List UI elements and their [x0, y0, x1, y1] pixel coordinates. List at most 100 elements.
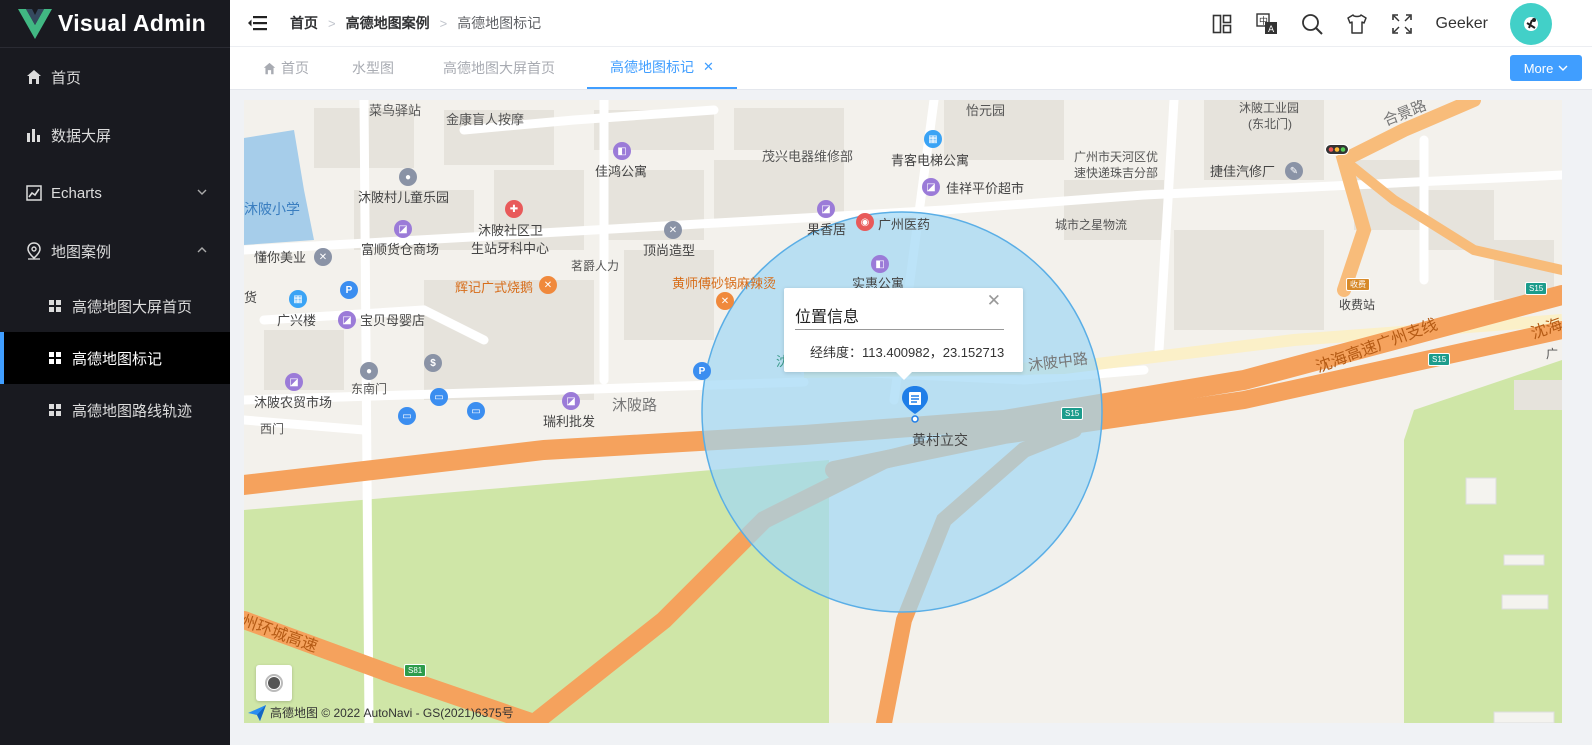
breadcrumb: 首页 > 高德地图案例 > 高德地图标记 — [290, 13, 541, 33]
map-marker-icon[interactable] — [899, 384, 931, 424]
map-label: 货 — [244, 290, 258, 305]
bus-stop-icon[interactable]: ▭ — [467, 402, 485, 420]
map-label: 收费站 — [1339, 298, 1376, 312]
sidebar-item-amap-dashboard[interactable]: 高德地图大屏首页 — [0, 280, 230, 332]
poi-icon[interactable]: ◪ — [338, 311, 356, 329]
highway-shield-s15: S15 — [1525, 282, 1548, 295]
tab-amap-marker[interactable]: 高德地图标记 ✕ — [587, 47, 737, 89]
poi-icon[interactable]: ▦ — [289, 290, 307, 308]
breadcrumb-item[interactable]: 首页 — [290, 13, 318, 33]
map-label: 沐陂农贸市场 — [254, 395, 333, 410]
poi-icon[interactable]: ◪ — [394, 220, 412, 238]
parking-icon[interactable]: P — [340, 281, 358, 299]
breadcrumb-separator-icon: > — [439, 15, 448, 31]
breadcrumb-item[interactable]: 高德地图案例 — [346, 13, 430, 33]
locate-button[interactable] — [256, 665, 292, 701]
atm-icon[interactable]: $ — [424, 354, 442, 372]
map-label: 东南门 — [351, 382, 388, 396]
poi-icon[interactable]: ✕ — [539, 276, 557, 294]
sidebar-item-amap-marker[interactable]: 高德地图标记 — [0, 332, 230, 384]
map-label: 广兴楼 — [277, 313, 317, 328]
wrench-icon[interactable]: ✎ — [1285, 162, 1303, 180]
bus-stop-icon[interactable]: ▭ — [430, 388, 448, 406]
sidebar-item-label: 首页 — [51, 69, 82, 87]
map-label: 金康盲人按摩 — [446, 112, 525, 127]
map-label: 捷佳汽修厂 — [1210, 164, 1276, 179]
map-label: 瑞利批发 — [543, 414, 596, 429]
chevron-down-icon — [1558, 65, 1568, 71]
fullscreen-icon[interactable] — [1391, 13, 1413, 35]
menu-fold-icon[interactable] — [248, 13, 268, 33]
map-label: 广 — [1546, 347, 1559, 361]
map-label: 沐陂社区卫 — [478, 223, 544, 238]
sidebar-item-label: 高德地图大屏首页 — [72, 298, 193, 316]
bus-stop-icon[interactable]: ▭ — [398, 407, 416, 425]
home-icon — [25, 68, 43, 86]
map-label: 茗爵人力 — [571, 259, 620, 273]
map-label: 富顺货仓商场 — [361, 242, 440, 257]
sidebar-item-amap-route[interactable]: 高德地图路线轨迹 — [0, 384, 230, 436]
poi-icon[interactable]: ◉ — [856, 213, 874, 231]
poi-icon[interactable]: ◪ — [817, 200, 835, 218]
avatar[interactable] — [1510, 2, 1552, 45]
tab-watermark[interactable]: 水型图 — [352, 47, 394, 89]
parking-icon[interactable]: P — [693, 362, 711, 380]
locate-icon — [265, 674, 283, 692]
poi-icon[interactable]: ◪ — [285, 373, 303, 391]
marker-label: 黄村立交 — [912, 432, 968, 448]
layout-icon[interactable] — [1211, 13, 1233, 35]
poi-icon[interactable]: ● — [399, 168, 417, 186]
amap-container[interactable]: ● ◧ ✚ ✕ ◪ ▦ ◪ ◪ ◉ ◧ ✕ P ✕ ✕ ▦ ◪ ● $ P ◪ … — [244, 100, 1562, 723]
traffic-light-icon — [1325, 144, 1349, 155]
app-logo[interactable]: Visual Admin — [0, 0, 230, 48]
poi-icon[interactable]: ● — [360, 362, 378, 380]
poi-icon[interactable]: ✚ — [505, 200, 523, 218]
poi-icon[interactable]: ◪ — [562, 392, 580, 410]
breadcrumb-separator-icon: > — [328, 15, 336, 31]
sidebar-item-label: 数据大屏 — [51, 127, 112, 145]
tab-home[interactable]: 首页 — [263, 47, 309, 89]
sidebar-item-label: Echarts — [51, 184, 102, 202]
map-label: 菜鸟驿站 — [369, 103, 422, 118]
map-label: 沐陂村儿童乐园 — [358, 190, 450, 205]
sidebar-item-echarts[interactable]: Echarts — [0, 164, 230, 222]
sidebar-item-map-cases[interactable]: 地图案例 — [0, 222, 230, 280]
tab-amap-dashboard[interactable]: 高德地图大屏首页 — [443, 47, 555, 89]
sidebar-item-label: 高德地图标记 — [72, 350, 163, 368]
bar-chart-icon — [25, 126, 43, 144]
map-label: 宝贝母婴店 — [360, 313, 426, 328]
map-label: 广州医药 — [878, 217, 931, 232]
poi-icon[interactable]: ✕ — [314, 248, 332, 266]
more-button[interactable]: More — [1510, 55, 1582, 81]
map-label: 沐陂小学 — [244, 201, 300, 217]
sidebar: Visual Admin 首页 数据大屏 Echarts 地图案例 高德地图大屏… — [0, 0, 230, 745]
map-label: 佳鸿公寓 — [595, 164, 648, 179]
username[interactable]: Geeker — [1436, 15, 1488, 33]
theme-shirt-icon[interactable] — [1346, 13, 1368, 35]
sidebar-item-dashboard[interactable]: 数据大屏 — [0, 106, 230, 164]
map-label: 佳祥平价超市 — [946, 181, 1025, 196]
info-window: 位置信息 ✕ 经纬度：113.400982，23.152713 — [784, 288, 1023, 380]
top-header: 首页 > 高德地图案例 > 高德地图标记 中A Geeker — [230, 0, 1592, 47]
map-label: 青客电梯公寓 — [891, 153, 970, 168]
sidebar-item-label: 高德地图路线轨迹 — [72, 402, 193, 420]
map-label: 城市之星物流 — [1055, 218, 1128, 232]
search-icon[interactable] — [1301, 13, 1323, 35]
sidebar-item-home[interactable]: 首页 — [0, 48, 230, 106]
poi-icon[interactable]: ◪ — [922, 178, 940, 196]
toll-badge: 收费 — [1346, 278, 1370, 291]
close-icon[interactable]: ✕ — [987, 291, 1001, 311]
poi-icon[interactable]: ◧ — [613, 142, 631, 160]
map-label: 西门 — [260, 422, 285, 436]
poi-icon[interactable]: ▦ — [924, 130, 942, 148]
map-label: 果香居 — [807, 222, 847, 237]
map-label: 懂你美业 — [254, 250, 307, 265]
translate-icon[interactable]: 中A — [1255, 12, 1278, 35]
user-avatar-icon — [1524, 16, 1538, 31]
chevron-down-icon — [197, 189, 207, 195]
poi-icon[interactable]: ◧ — [871, 255, 889, 273]
map-copyright: 高德地图 © 2022 AutoNavi - GS(2021)6375号 — [248, 704, 514, 721]
poi-icon[interactable]: ✕ — [716, 292, 734, 310]
close-icon[interactable]: ✕ — [703, 45, 714, 89]
poi-icon[interactable]: ✕ — [664, 221, 682, 239]
